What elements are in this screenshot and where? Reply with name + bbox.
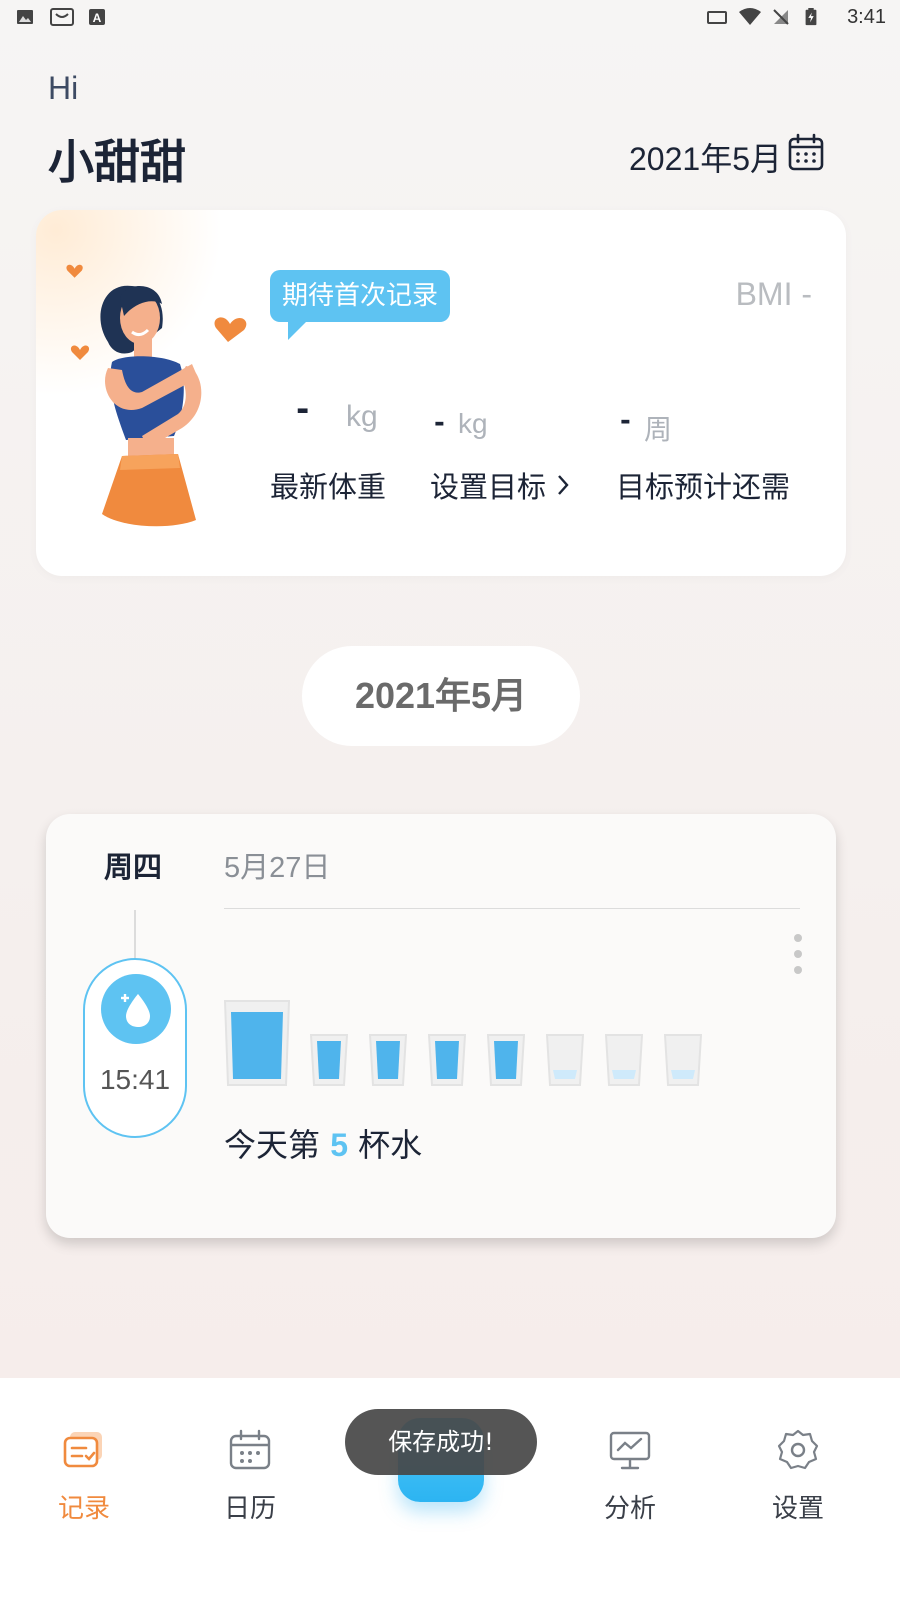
cast-icon [707, 11, 727, 24]
water-count-text: 今天第 5 杯水 [224, 1120, 422, 1166]
nav-label-analysis: 分析 [603, 1494, 656, 1524]
water-record-time-capsule: 15:41 [83, 958, 187, 1138]
month-selector-pill[interactable]: 2021年5月 [302, 646, 580, 746]
gallery-notification-icon [17, 10, 33, 24]
nav-item-calendar[interactable]: 日历 [190, 1428, 310, 1528]
weeks-remaining-unit: 周 [644, 414, 673, 445]
nav-label-settings: 设置 [771, 1494, 824, 1524]
nav-label-calendar: 日历 [223, 1494, 276, 1524]
battery-charging-icon [805, 8, 817, 26]
latest-weight-label: 最新体重 [270, 470, 387, 504]
bubble-text: 期待首次记录 [270, 270, 451, 322]
shop-notification-icon [50, 8, 74, 26]
more-dot [794, 966, 802, 974]
wifi-icon [739, 8, 761, 25]
water-cup [605, 1034, 643, 1086]
svg-text:A: A [93, 11, 102, 25]
latest-weight-value: - [296, 390, 310, 428]
water-cup [310, 1034, 348, 1086]
water-prefix: 今天第 [224, 1126, 321, 1164]
more-dot [794, 934, 802, 942]
water-cup [487, 1034, 525, 1086]
nav-label-record: 记录 [57, 1494, 110, 1524]
weight-summary-card[interactable]: 期待首次记录 BMI - - kg 最新体重 - kg 设置目标 - 周 目标预… [36, 210, 846, 576]
weeks-remaining-value: - [620, 406, 631, 436]
analysis-icon [609, 1431, 651, 1470]
settings-icon [777, 1429, 819, 1470]
water-cup [369, 1034, 407, 1086]
water-cup-current [224, 1000, 290, 1086]
water-cup [664, 1034, 702, 1086]
header-date[interactable]: 2021年5月 [629, 134, 782, 180]
first-record-bubble: 期待首次记录 [270, 270, 460, 340]
text-notification-icon: A [89, 9, 105, 25]
chevron-right-icon [558, 475, 569, 495]
more-dot [794, 950, 802, 958]
target-weight-label: 设置目标 [430, 470, 547, 504]
record-icon [63, 1432, 102, 1468]
record-card[interactable]: 周四 5月27日 15:41 今天第 5 杯水 [46, 814, 836, 1238]
record-time: 15:41 [99, 1064, 171, 1095]
target-weight-value: - [434, 408, 445, 438]
no-signal-icon [773, 9, 789, 25]
status-time: 3:41 [847, 6, 886, 28]
weeks-remaining-label: 目标预计还需 [616, 470, 791, 504]
nav-item-record[interactable]: 记录 [24, 1428, 144, 1528]
record-divider [224, 908, 800, 909]
calendar-icon[interactable] [786, 132, 826, 172]
set-target-button[interactable]: - kg 设置目标 [430, 400, 600, 510]
username: 小甜甜 [48, 135, 186, 189]
status-bar: A 3:41 [0, 0, 900, 36]
record-date: 5月27日 [224, 852, 331, 884]
add-water-drop-icon [101, 974, 171, 1044]
calendar-icon [229, 1429, 271, 1470]
bmi-value: BMI - [735, 276, 812, 312]
woman-hugging-illustration [66, 264, 247, 527]
water-cup [546, 1034, 584, 1086]
nav-item-settings[interactable]: 设置 [738, 1428, 858, 1528]
record-weekday: 周四 [104, 850, 163, 884]
latest-weight-unit: kg [346, 400, 378, 433]
toast-message: 保存成功! [345, 1409, 537, 1475]
greeting: Hi [48, 70, 79, 106]
water-cups-row [224, 1000, 724, 1090]
timeline-line [134, 910, 136, 960]
target-weight-unit: kg [458, 408, 488, 439]
water-count: 5 [330, 1127, 348, 1163]
water-cup [428, 1034, 466, 1086]
nav-item-analysis[interactable]: 分析 [570, 1428, 690, 1528]
water-suffix: 杯水 [358, 1126, 423, 1164]
more-options-icon[interactable] [786, 930, 810, 980]
